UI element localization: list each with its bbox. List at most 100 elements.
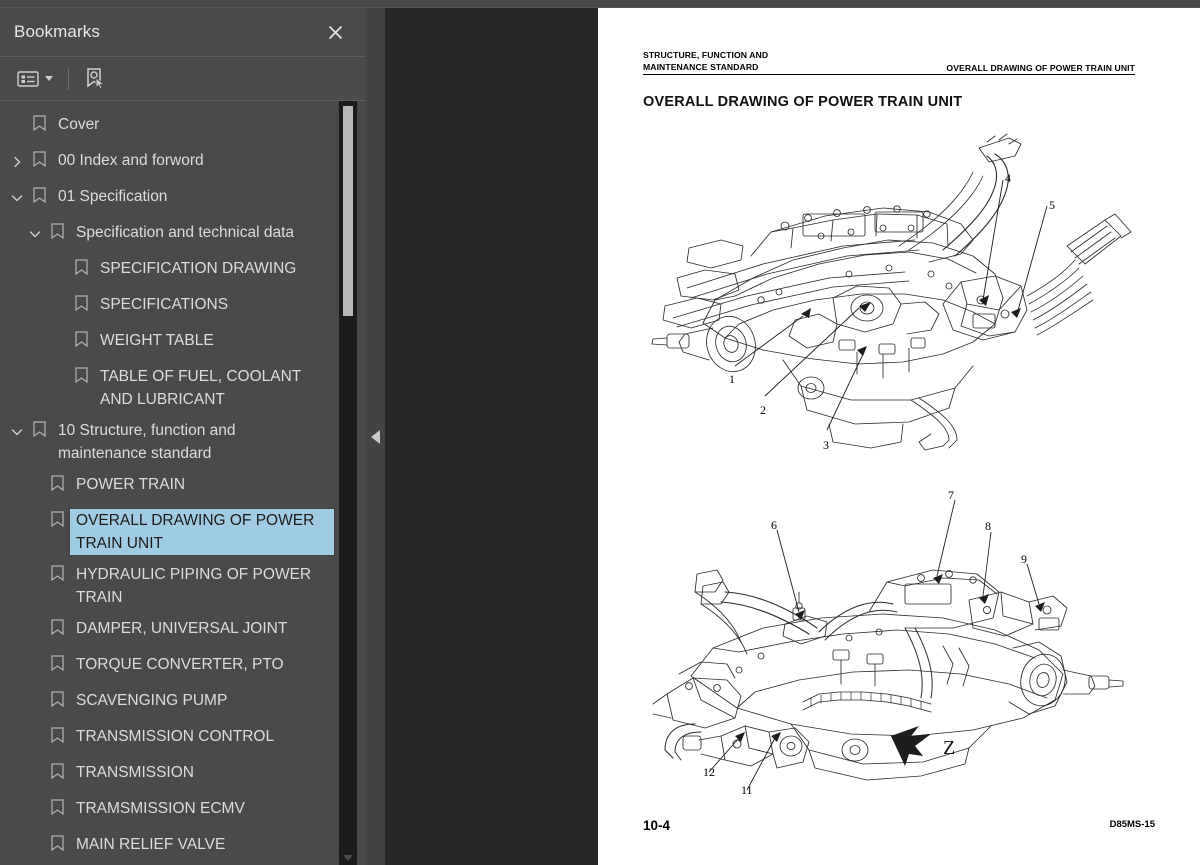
bookmark-item-label: Cover	[58, 116, 100, 133]
bookmark-pointer-icon[interactable]	[81, 64, 109, 94]
bookmark-item-label: 10 Structure, function and maintenance s…	[58, 422, 236, 462]
callout-number: 6	[771, 518, 777, 532]
bookmark-icon	[46, 223, 68, 247]
bookmark-item-label: DAMPER, UNIVERSAL JOINT	[76, 620, 288, 637]
bookmark-item[interactable]: TORQUE CONVERTER, PTO	[0, 649, 340, 685]
chevron-down-icon[interactable]	[24, 222, 46, 246]
bookmark-item[interactable]: TRANSMISSION CONTROL	[0, 721, 340, 757]
bookmark-icon	[46, 655, 68, 679]
bookmarks-toolbar	[0, 57, 366, 101]
bookmark-icon	[28, 187, 50, 211]
bookmark-item-label: HYDRAULIC PIPING OF POWER TRAIN	[76, 566, 312, 606]
bookmark-item[interactable]: SCAVENGING PUMP	[0, 685, 340, 721]
bookmark-item-label: Specification and technical data	[76, 224, 295, 241]
bookmark-item[interactable]: WEIGHT TABLE	[0, 325, 340, 361]
bookmarks-tree-container: Cover 00 Index and forword 01 Specificatio…	[0, 101, 366, 865]
bookmark-icon	[46, 475, 68, 499]
bookmark-item[interactable]: DAMPER, UNIVERSAL JOINT	[0, 613, 340, 649]
bookmark-item[interactable]: Specification and technical data	[0, 217, 340, 253]
header-line-2: MAINTENANCE STANDARD	[643, 61, 759, 72]
power-train-unit-view-2: Z	[643, 478, 1135, 808]
collapse-left-icon	[371, 429, 380, 444]
window-top-strip	[0, 0, 1200, 8]
bookmark-item[interactable]: 00 Index and forword	[0, 145, 340, 181]
callout-number: 2	[760, 403, 766, 417]
bookmark-icon	[46, 763, 68, 787]
bookmark-item-label: WEIGHT TABLE	[100, 332, 214, 349]
header-topic-name: OVERALL DRAWING OF POWER TRAIN UNIT	[946, 63, 1135, 73]
callout-number: 8	[985, 519, 991, 533]
bookmark-icon	[70, 295, 92, 319]
bookmark-icon	[70, 259, 92, 283]
bookmark-item-label: 00 Index and forword	[58, 152, 204, 169]
bookmark-item-label: OVERALL DRAWING OF POWER TRAIN UNIT	[69, 508, 335, 556]
header-line-1: STRUCTURE, FUNCTION AND	[643, 50, 769, 60]
bookmark-item-label: TRAMSMISSION ECMV	[76, 800, 245, 817]
callout-number: 11	[741, 783, 753, 797]
pdf-viewer-window: Bookmarks Cover 00 Index and forword 01 …	[0, 0, 1200, 865]
bookmark-icon	[28, 115, 50, 139]
bookmark-item[interactable]: 01 Specification	[0, 181, 340, 217]
pdf-page: STRUCTURE, FUNCTION AND MAINTENANCE STAN…	[598, 8, 1200, 865]
bookmark-item-label: TABLE OF FUEL, COOLANT AND LUBRICANT	[100, 368, 301, 408]
bookmark-icon	[46, 727, 68, 751]
bookmark-item[interactable]: HYDRAULIC PIPING OF POWER TRAIN	[0, 559, 340, 613]
callout-number: 7	[948, 488, 954, 502]
panel-collapse-handle[interactable]	[366, 8, 385, 865]
callout-number: 9	[1021, 552, 1027, 566]
bookmark-item[interactable]: MAIN RELIEF VALVE	[0, 829, 340, 865]
bookmarks-scrollbar-thumb[interactable]	[343, 106, 353, 316]
bookmark-item-label: MAIN RELIEF VALVE	[76, 836, 226, 853]
bookmark-item-label: POWER TRAIN	[76, 476, 186, 493]
bookmark-item[interactable]: Cover	[0, 109, 340, 145]
bookmark-icon	[46, 511, 68, 535]
bookmark-item[interactable]: POWER TRAIN	[0, 469, 340, 505]
bookmark-item-label: TRANSMISSION	[76, 764, 194, 781]
bookmark-item[interactable]: TRAMSMISSION ECMV	[0, 793, 340, 829]
chevron-down-icon[interactable]	[6, 420, 28, 444]
bookmark-icon	[70, 331, 92, 355]
chevron-right-icon[interactable]	[6, 150, 28, 174]
callout-number: 5	[1049, 198, 1055, 212]
list-options-icon[interactable]	[14, 64, 56, 94]
bookmark-icon	[46, 619, 68, 643]
bookmark-item-selected[interactable]: OVERALL DRAWING OF POWER TRAIN UNIT	[0, 505, 340, 559]
panel-title: Bookmarks	[14, 22, 100, 41]
bookmarks-scrollbar[interactable]	[339, 101, 357, 865]
scroll-down-arrow-icon[interactable]	[339, 851, 357, 865]
bookmark-item[interactable]: TRANSMISSION	[0, 757, 340, 793]
bookmark-item[interactable]: SPECIFICATION DRAWING	[0, 253, 340, 289]
callout-number: 3	[823, 438, 829, 452]
bookmarks-panel: Bookmarks Cover 00 Index and forword 01 …	[0, 8, 366, 865]
bookmarks-panel-header: Bookmarks	[0, 8, 366, 57]
bookmark-item[interactable]: SPECIFICATIONS	[0, 289, 340, 325]
callout-number: 1	[729, 372, 735, 386]
bookmark-item-label: SPECIFICATIONS	[100, 296, 229, 313]
bookmark-item[interactable]: TABLE OF FUEL, COOLANT AND LUBRICANT	[0, 361, 340, 415]
bookmarks-tree: Cover 00 Index and forword 01 Specificatio…	[0, 101, 340, 865]
header-section-name: STRUCTURE, FUNCTION AND MAINTENANCE STAN…	[643, 50, 768, 73]
bookmark-icon	[70, 367, 92, 391]
close-icon[interactable]	[322, 19, 348, 45]
document-viewer[interactable]: STRUCTURE, FUNCTION AND MAINTENANCE STAN…	[385, 8, 1200, 865]
document-running-header: STRUCTURE, FUNCTION AND MAINTENANCE STAN…	[643, 50, 1135, 75]
chevron-down-icon[interactable]	[6, 186, 28, 210]
bookmark-icon	[28, 151, 50, 175]
bookmark-item-label: SCAVENGING PUMP	[76, 692, 228, 709]
bookmark-icon	[28, 421, 50, 445]
bookmark-item-label: TRANSMISSION CONTROL	[76, 728, 275, 745]
bookmark-item[interactable]: 10 Structure, function and maintenance s…	[0, 415, 340, 469]
toolbar-separator	[68, 67, 69, 90]
